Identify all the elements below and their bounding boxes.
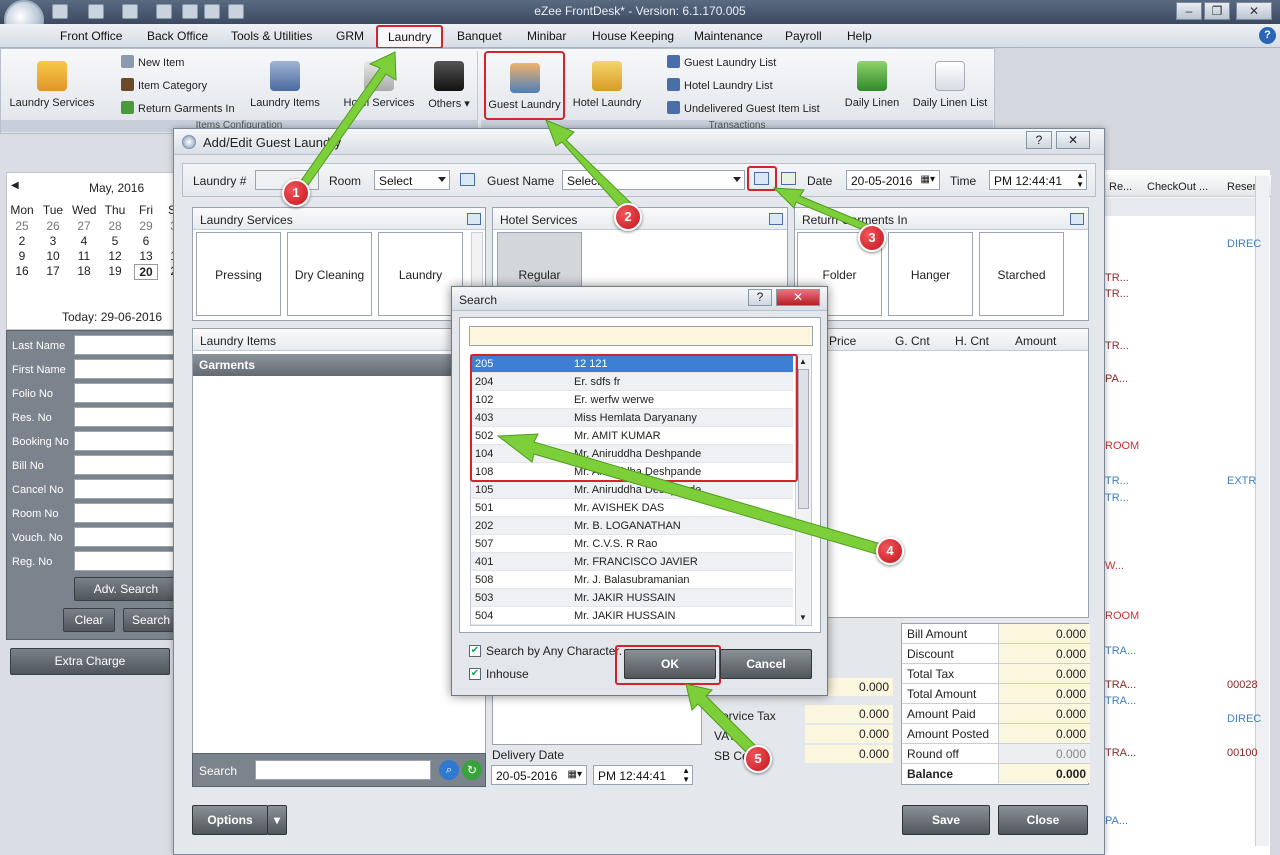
callout-badge-2: 2 [614,203,642,231]
tutorial-arrows [295,51,891,759]
arrow-2 [545,119,635,215]
callout-badge-3: 3 [858,224,886,252]
callout-badge-5: 5 [744,745,772,773]
callout-badge-1: 1 [282,179,310,207]
arrow-3 [772,187,873,233]
arrow-4 [496,433,891,559]
arrow-1 [295,51,397,191]
callout-badge-4: 4 [876,537,904,565]
